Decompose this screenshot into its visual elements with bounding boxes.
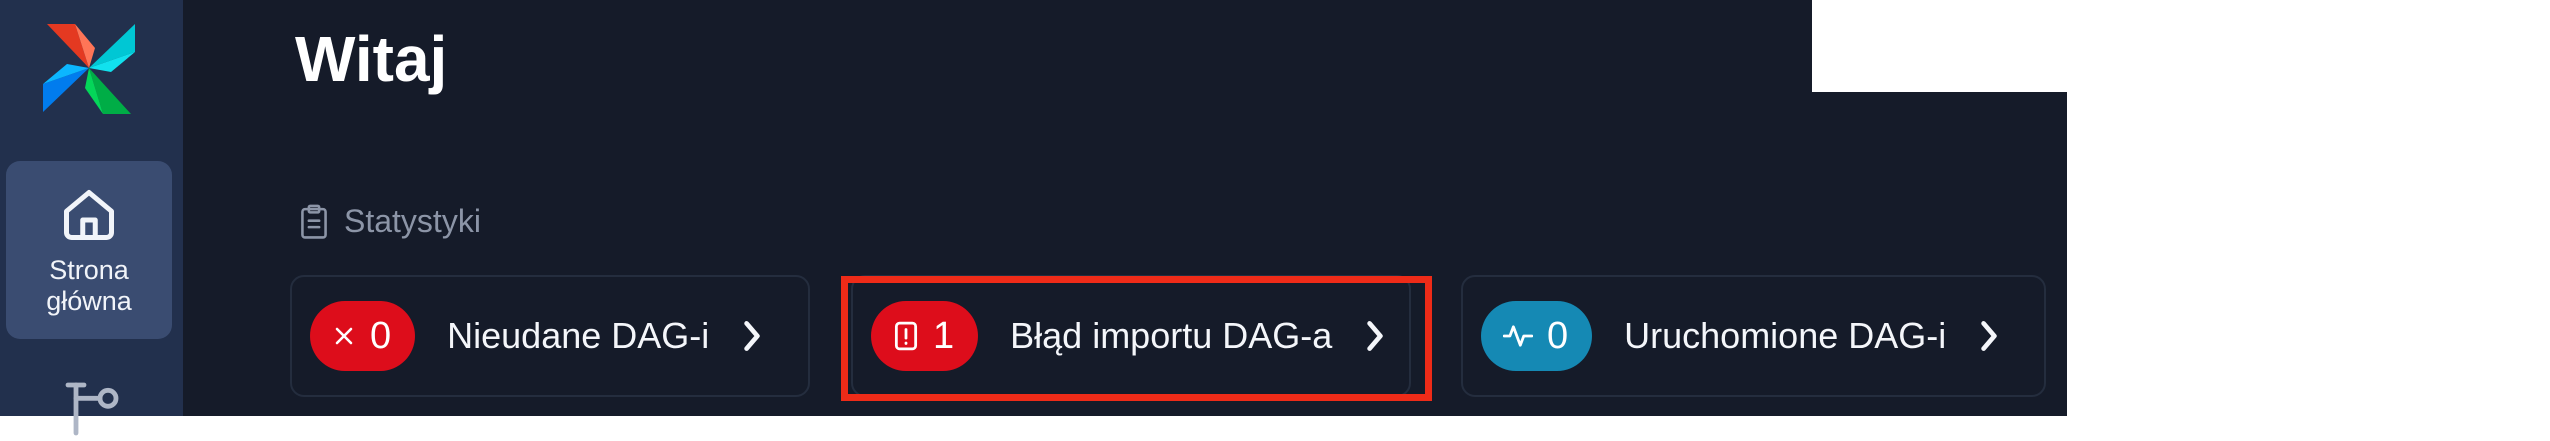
running-count: 0 <box>1547 314 1569 357</box>
stats-section-header: Statystyki <box>298 203 481 240</box>
dags-icon[interactable] <box>60 377 124 441</box>
running-count-badge: 0 <box>1481 301 1593 371</box>
chevron-right-icon <box>1981 321 1997 351</box>
alert-file-icon <box>894 321 918 351</box>
sidebar: Strona główna <box>0 0 183 436</box>
import-error-count-badge: 1 <box>871 301 979 371</box>
chevron-right-icon <box>1367 321 1384 351</box>
airflow-pinwheel-icon[interactable] <box>38 18 140 118</box>
app-window: Strona główna Witaj Statystyki 0 Nieudan… <box>0 0 2067 436</box>
failed-count: 0 <box>370 314 392 357</box>
chevron-right-icon <box>744 321 761 351</box>
import-error-count: 1 <box>933 314 955 357</box>
import-errors-card[interactable]: 1 Błąd importu DAG-a <box>851 275 1411 397</box>
stats-header-label: Statystyki <box>344 203 481 239</box>
home-icon <box>64 190 114 240</box>
sidebar-item-home[interactable]: Strona główna <box>6 161 172 339</box>
import-errors-label: Błąd importu DAG-a <box>1010 315 1333 356</box>
failed-dags-label: Nieudane DAG-i <box>447 315 710 356</box>
running-dags-card[interactable]: 0 Uruchomione DAG-i <box>1461 275 2046 397</box>
clipboard-icon <box>301 204 327 239</box>
activity-icon <box>1503 325 1533 347</box>
x-icon <box>335 327 353 345</box>
failed-count-badge: 0 <box>310 301 416 371</box>
failed-dags-card[interactable]: 0 Nieudane DAG-i <box>290 275 810 397</box>
running-dags-label: Uruchomione DAG-i <box>1624 315 1947 356</box>
overlay-region <box>1812 0 2067 92</box>
sidebar-item-label: Strona główna <box>46 255 132 316</box>
page-title: Witaj <box>295 23 448 95</box>
